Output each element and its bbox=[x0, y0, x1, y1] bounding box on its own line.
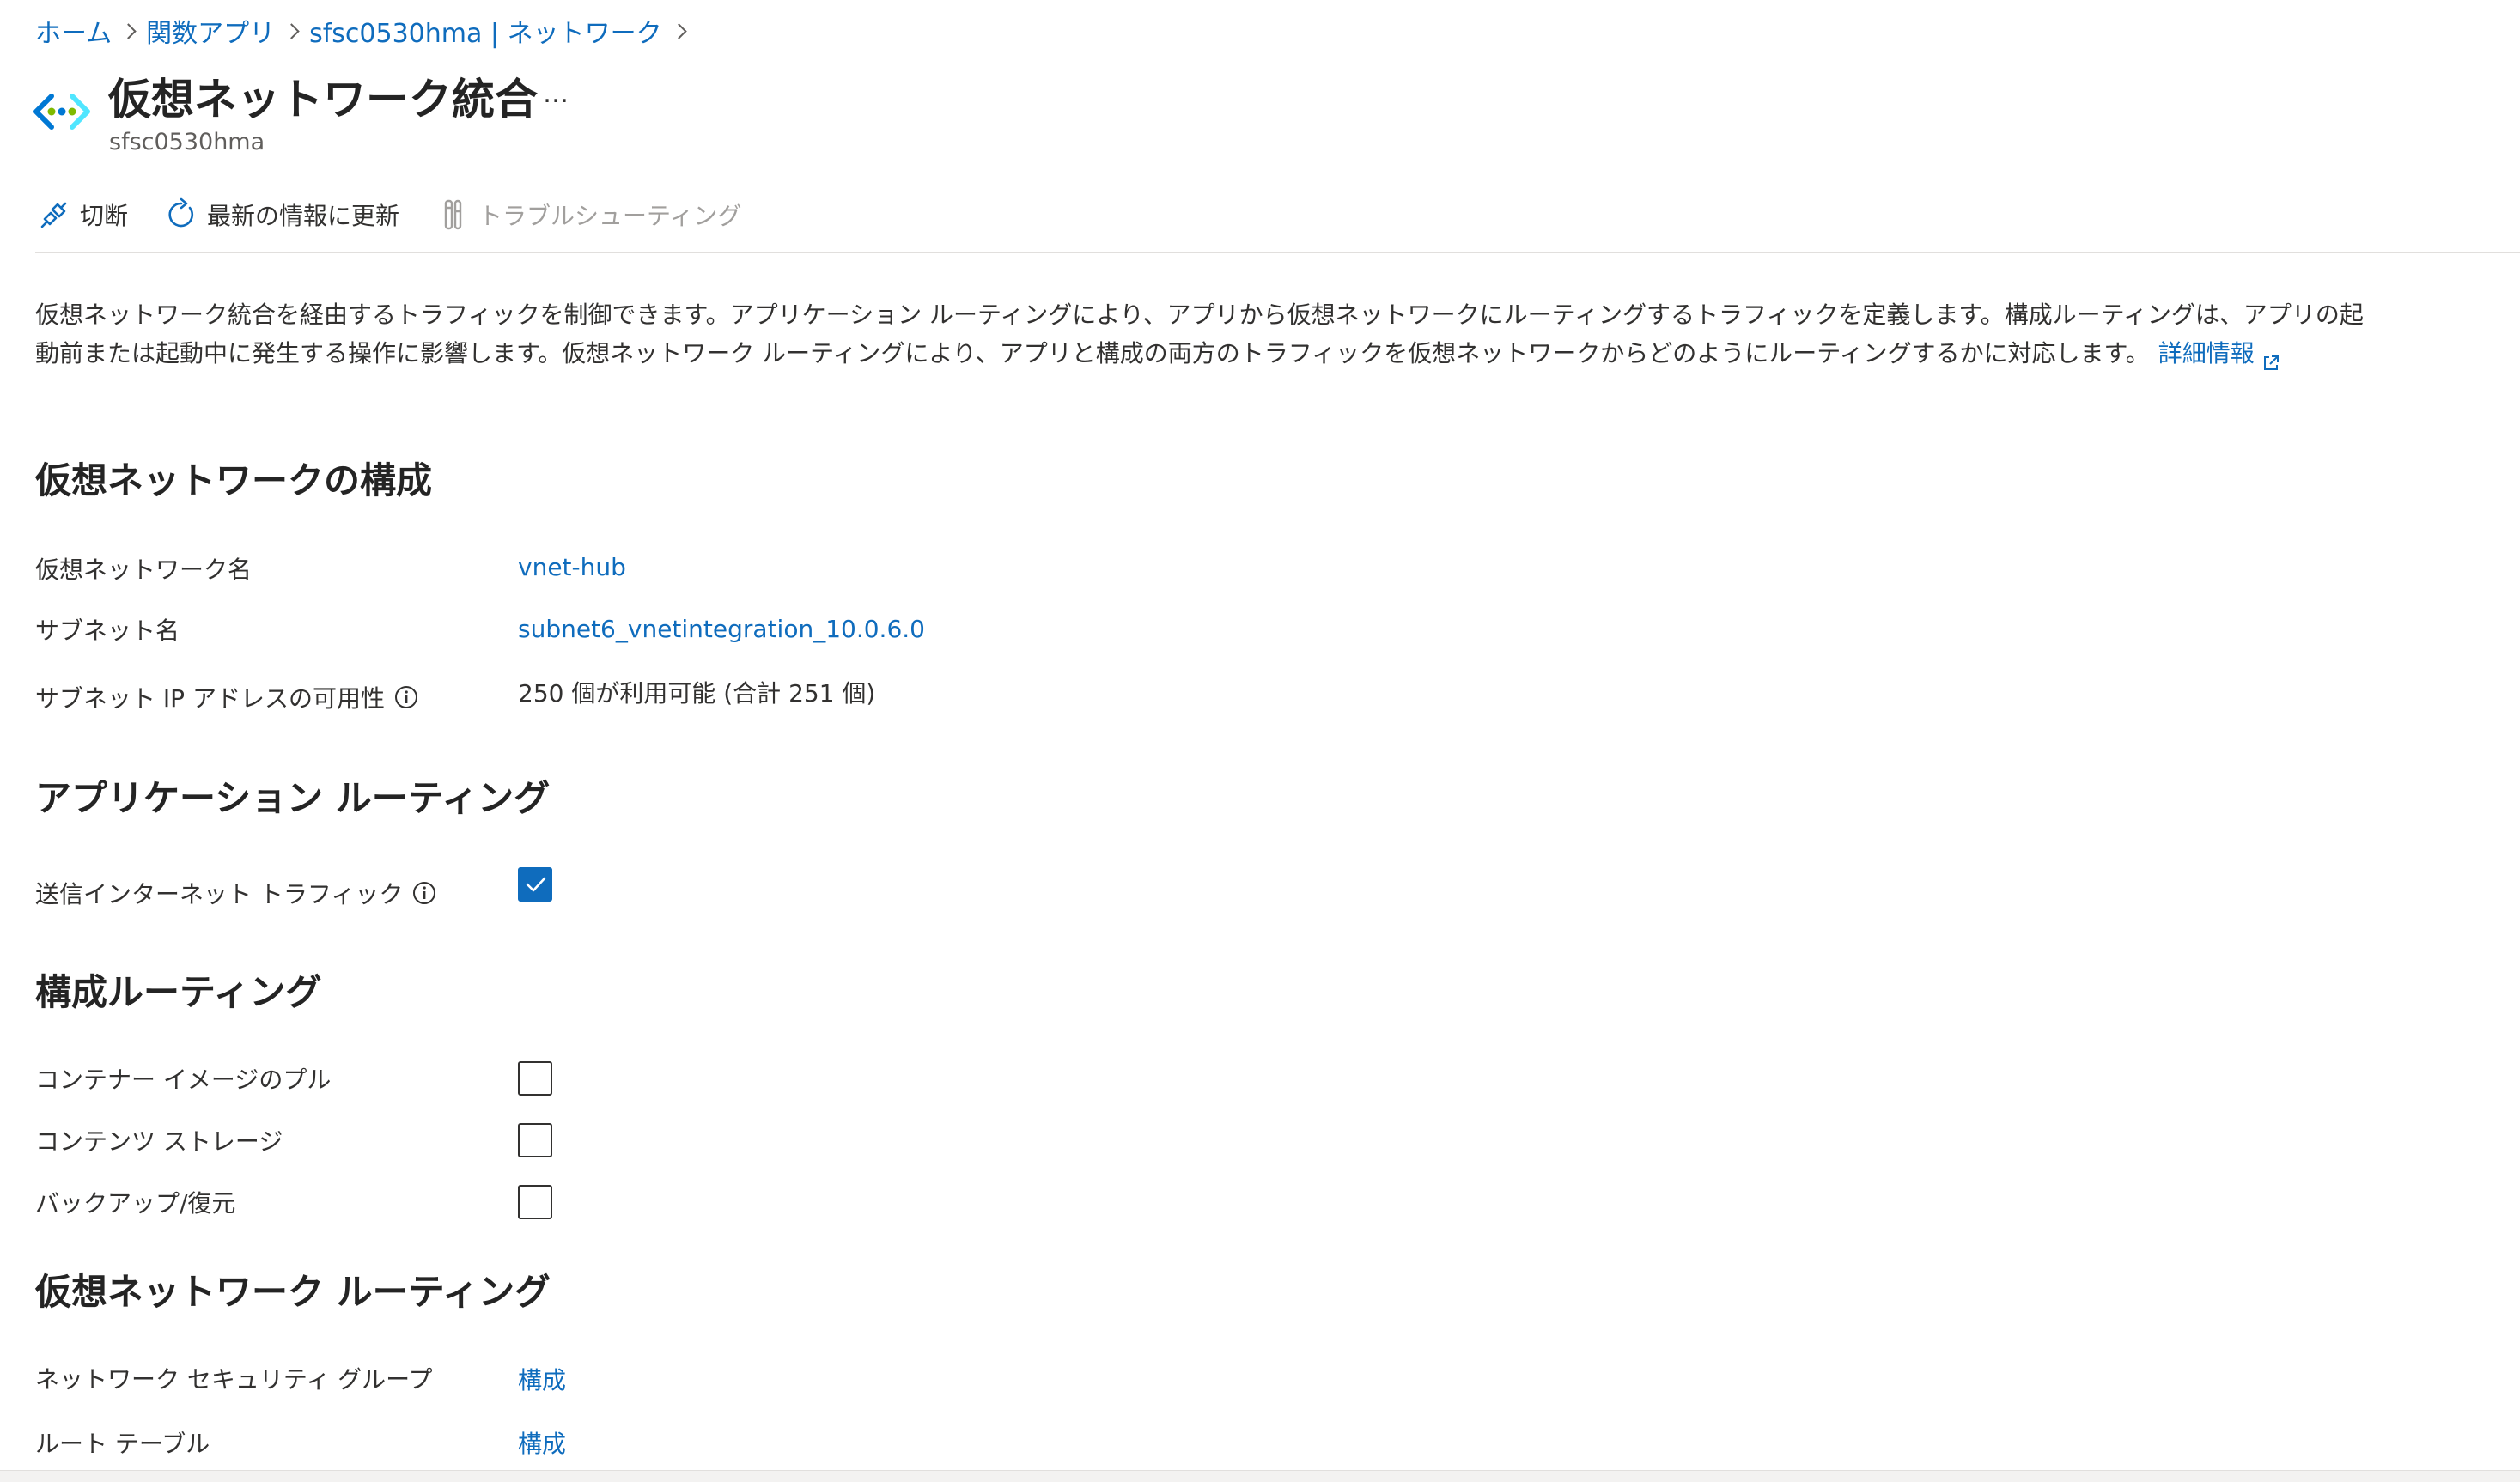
ip-availability-label: サブネット IP アドレスの可用性 bbox=[35, 684, 385, 713]
external-link-icon bbox=[2261, 345, 2280, 370]
breadcrumb-function-apps[interactable]: 関数アプリ bbox=[146, 12, 275, 50]
container-image-pull-label: コンテナー イメージのプル bbox=[35, 1066, 332, 1094]
route-table-configure-link[interactable]: 構成 bbox=[518, 1425, 566, 1460]
troubleshoot-label: トラブルシューティング bbox=[478, 202, 742, 230]
learn-more-link[interactable]: 詳細情報 bbox=[2158, 339, 2280, 370]
subnet-name-label: サブネット名 bbox=[35, 616, 180, 645]
content-storage-checkbox[interactable] bbox=[518, 1123, 552, 1157]
subnet-name-link[interactable]: subnet6_vnetintegration_10.0.6.0 bbox=[518, 615, 925, 643]
vnet-name-link[interactable]: vnet-hub bbox=[518, 553, 626, 581]
disconnect-label: 切断 bbox=[80, 202, 129, 230]
refresh-icon bbox=[162, 196, 200, 234]
route-table-label: ルート テーブル bbox=[35, 1430, 210, 1458]
vnet-routing-heading: 仮想ネットワーク ルーティング bbox=[35, 1271, 551, 1313]
horizontal-scrollbar[interactable] bbox=[0, 1470, 2520, 1482]
unplug-icon bbox=[35, 196, 73, 234]
outbound-traffic-checkbox[interactable] bbox=[518, 867, 552, 902]
wrench-icon bbox=[434, 196, 472, 234]
outbound-traffic-field: 送信インターネット トラフィック bbox=[35, 876, 437, 910]
troubleshoot-button[interactable]: トラブルシューティング bbox=[434, 196, 741, 234]
description-text: 仮想ネットワーク統合を経由するトラフィックを制御できます。アプリケーション ルー… bbox=[35, 301, 2364, 367]
nsg-label: ネットワーク セキュリティ グループ bbox=[35, 1365, 433, 1394]
command-bar: 切断 最新の情報に更新 トラブルシューティング bbox=[35, 191, 776, 239]
info-icon[interactable] bbox=[411, 880, 437, 906]
backup-restore-checkbox[interactable] bbox=[518, 1185, 552, 1219]
vnet-name-label: 仮想ネットワーク名 bbox=[35, 556, 253, 584]
container-image-pull-checkbox[interactable] bbox=[518, 1061, 552, 1096]
app-routing-heading: アプリケーション ルーティング bbox=[35, 777, 551, 819]
refresh-label: 最新の情報に更新 bbox=[207, 202, 400, 230]
breadcrumb-home[interactable]: ホーム bbox=[35, 12, 112, 50]
vnet-config-heading: 仮想ネットワークの構成 bbox=[35, 459, 433, 501]
chevron-right-icon bbox=[275, 14, 309, 48]
ip-availability-field: サブネット IP アドレスの可用性 bbox=[35, 680, 419, 714]
page: ホーム 関数アプリ sfsc0530hma | ネットワーク 仮想ネットワーク統… bbox=[0, 0, 2520, 1482]
nsg-configure-link[interactable]: 構成 bbox=[518, 1362, 566, 1396]
outbound-traffic-label: 送信インターネット トラフィック bbox=[35, 880, 404, 908]
config-routing-heading: 構成ルーティング bbox=[35, 971, 322, 1013]
breadcrumb-app-networking[interactable]: sfsc0530hma | ネットワーク bbox=[309, 12, 661, 50]
more-options-button[interactable]: … bbox=[543, 79, 570, 109]
chevron-right-icon bbox=[112, 14, 146, 48]
page-subtitle: sfsc0530hma bbox=[109, 129, 265, 155]
refresh-button[interactable]: 最新の情報に更新 bbox=[162, 196, 399, 234]
ip-availability-value: 250 個が利用可能 (合計 251 個) bbox=[518, 679, 876, 708]
content-storage-label: コンテンツ ストレージ bbox=[35, 1127, 283, 1156]
info-icon[interactable] bbox=[393, 684, 419, 710]
chevron-right-icon bbox=[662, 14, 697, 48]
page-title: 仮想ネットワーク統合 bbox=[108, 75, 538, 125]
backup-restore-label: バックアップ/復元 bbox=[35, 1189, 236, 1218]
checkmark-icon bbox=[526, 877, 546, 892]
learn-more-label: 詳細情報 bbox=[2158, 339, 2255, 367]
vnet-integration-icon bbox=[33, 89, 91, 134]
breadcrumb: ホーム 関数アプリ sfsc0530hma | ネットワーク bbox=[35, 12, 697, 50]
disconnect-button[interactable]: 切断 bbox=[35, 196, 128, 234]
page-description: 仮想ネットワーク統合を経由するトラフィックを制御できます。アプリケーション ルー… bbox=[35, 295, 2371, 373]
toolbar-divider bbox=[35, 252, 2520, 253]
